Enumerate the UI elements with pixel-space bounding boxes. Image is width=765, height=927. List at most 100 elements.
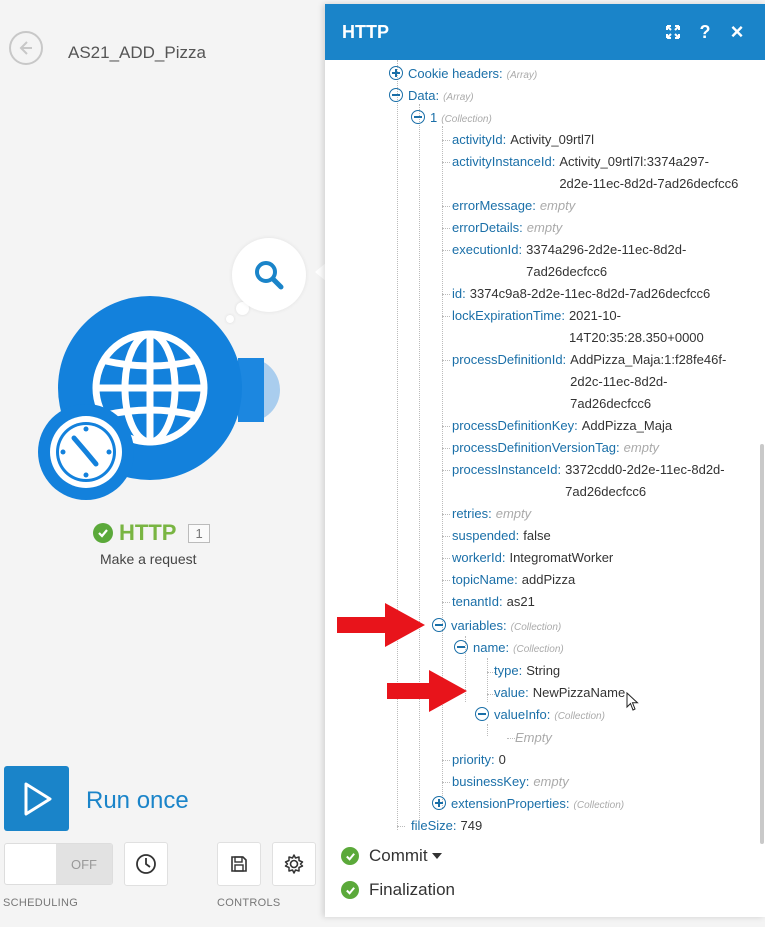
tree-value: 3372cdd0-2d2e-11ec-8d2d- 7ad26decfcc6 (565, 459, 725, 503)
tree-field: topicName: addPizza (452, 572, 575, 591)
tree-value: 3374c9a8-2d2e-11ec-8d2d-7ad26decfcc6 (470, 283, 710, 305)
tree-type: (Collection) (573, 800, 625, 811)
tree-branch (442, 250, 450, 251)
success-check-icon (341, 847, 359, 865)
back-button[interactable] (9, 31, 43, 65)
scheduling-toggle[interactable]: OFF (4, 843, 113, 885)
panel-scrollbar[interactable] (760, 444, 764, 844)
tree-branch (442, 228, 450, 229)
tree-empty: empty (539, 198, 576, 213)
run-once-button[interactable] (4, 766, 69, 831)
tree-key: priority: (452, 752, 495, 767)
status-label: Finalization (369, 880, 455, 899)
tree-key: topicName: (452, 572, 518, 587)
tree-value: IntegromatWorker (509, 547, 613, 569)
tree-key: errorMessage: (452, 198, 536, 213)
tree-value-line: AddPizza_Maja:1:f28fe46f- (570, 352, 727, 367)
tree-value-line: 3374a296-2d2e-11ec-8d2d- (526, 242, 687, 257)
schedule-badge[interactable] (38, 404, 134, 500)
tree-branch (442, 470, 450, 471)
collapse-toggle-icon[interactable] (411, 110, 425, 124)
tree-value: NewPizzaName (532, 685, 626, 700)
tree-guide-line (487, 658, 488, 702)
tree-key: lockExpirationTime: (452, 308, 565, 323)
tree-field-priority: priority: 0 (452, 752, 506, 768)
status-label: Commit (369, 846, 428, 865)
tree-field: errorDetails: empty (452, 220, 562, 236)
tree-key: type: (494, 663, 523, 678)
tree-value-line: 2d2e-11ec-8d2d-7ad26decfcc6 (559, 176, 739, 191)
tree-branch (442, 206, 450, 207)
save-button[interactable] (217, 842, 261, 886)
tree-value-line: 7ad26decfcc6 (526, 264, 608, 279)
expand-toggle-icon[interactable] (389, 66, 403, 80)
tree-value: addPizza (522, 569, 575, 591)
help-button[interactable]: ? (693, 20, 717, 44)
tree-type: (Array) (506, 70, 538, 81)
tree-field-type: type: String (494, 663, 560, 679)
tree-field: activityId: Activity_09rtl7l (452, 132, 594, 151)
controls-caption: CONTROLS (217, 897, 281, 909)
tree-branch (442, 760, 450, 761)
tree-empty-placeholder: Empty (515, 730, 552, 746)
tree-empty: empty (495, 506, 532, 521)
tree-key: workerId: (452, 550, 506, 565)
tree-key: valueInfo: (494, 707, 551, 722)
tree-key: fileSize: (411, 818, 457, 833)
tree-value: AddPizza_Maja:1:f28fe46f- 2d2c-11ec-8d2d-… (570, 349, 726, 415)
tree-branch (442, 316, 450, 317)
status-commit[interactable]: Commit (341, 846, 442, 866)
tree-node-data[interactable]: Data: (Array) (389, 88, 474, 106)
tree-field: processDefinitionVersionTag: empty (452, 440, 659, 456)
tree-node-extension-properties[interactable]: extensionProperties: (Collection) (432, 796, 624, 814)
success-check-icon (341, 881, 359, 899)
tree-value: 3374a296-2d2e-11ec-8d2d- 7ad26decfcc6 (526, 239, 686, 283)
scenario-title: AS21_ADD_Pizza (68, 43, 206, 62)
tree-key: executionId: (452, 242, 523, 257)
collapse-toggle-icon[interactable] (454, 640, 468, 654)
tree-guide-line (487, 724, 488, 736)
tree-field: id: 3374c9a8-2d2e-11ec-8d2d-7ad26decfcc6 (452, 286, 710, 305)
tree-branch (442, 536, 450, 537)
tree-branch (442, 426, 450, 427)
tree-field: activityInstanceId: Activity_09rtl7l:3374… (452, 154, 738, 195)
clock-icon (136, 854, 156, 874)
run-once-label[interactable]: Run once (86, 787, 189, 815)
tree-branch (442, 580, 450, 581)
expand-button[interactable] (661, 20, 685, 44)
tree-value: Activity_09rtl7l (510, 129, 594, 151)
tree-branch (442, 514, 450, 515)
collapse-toggle-icon[interactable] (475, 707, 489, 721)
tree-key: extensionProperties: (451, 796, 570, 811)
tree-value-line: AddPizza_Maja (581, 418, 673, 433)
inspect-bubble[interactable] (232, 238, 306, 312)
close-button[interactable]: × (725, 19, 749, 44)
tree-node-value-info[interactable]: valueInfo: (Collection) (475, 707, 605, 725)
caret-down-icon (431, 853, 442, 859)
tree-key: tenantId: (452, 594, 503, 609)
tree-field: processDefinitionKey: AddPizza_Maja (452, 418, 672, 437)
tree-value-line: Activity_09rtl7l:3374a297- (559, 154, 709, 169)
tree-value: as21 (507, 591, 535, 613)
tree-key: businessKey: (452, 774, 530, 789)
tree-key: id: (452, 286, 466, 301)
empty-label: Empty (515, 730, 552, 745)
status-finalization[interactable]: Finalization (341, 880, 455, 900)
tree-branch (397, 826, 405, 827)
red-arrow-annotation (387, 670, 467, 712)
tree-value: String (526, 663, 561, 678)
tree-node-item-1[interactable]: 1 (Collection) (411, 110, 492, 128)
tree-type: (Collection) (441, 114, 492, 125)
tree-value-line: 14T20:35:28.350+0000 (568, 330, 704, 345)
expand-toggle-icon[interactable] (432, 796, 446, 810)
tree-field: lockExpirationTime: 2021-10- 14T20:35:28.3… (452, 308, 704, 349)
collapse-toggle-icon[interactable] (389, 88, 403, 102)
tree-node-variables[interactable]: variables: (Collection) (432, 618, 561, 636)
schedule-settings-button[interactable] (124, 842, 168, 886)
tree-node-name[interactable]: name: (Collection) (454, 640, 564, 658)
scenario-settings-button[interactable] (272, 842, 316, 886)
collapse-toggle-icon[interactable] (432, 618, 446, 632)
tree-value-line: 7ad26decfcc6 (570, 396, 652, 411)
tree-empty: empty (526, 220, 563, 235)
tree-node-cookie-headers[interactable]: Cookie headers: (Array) (389, 66, 537, 84)
